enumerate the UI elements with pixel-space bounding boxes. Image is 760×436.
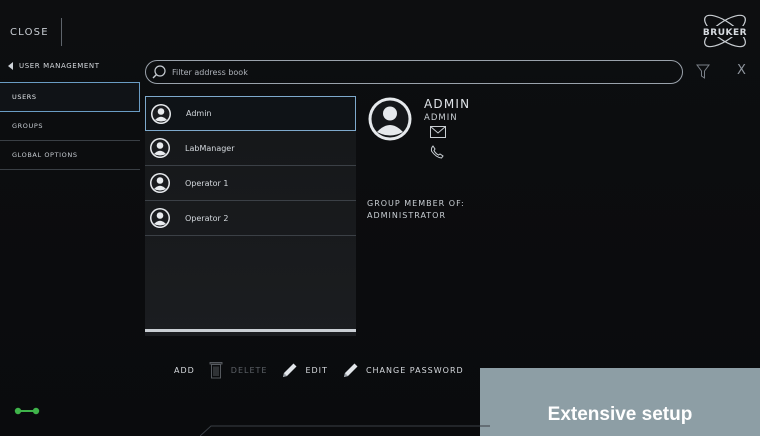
- list-item[interactable]: Admin: [145, 96, 356, 131]
- user-name: LabManager: [185, 143, 235, 153]
- delete-button[interactable]: DELETE: [209, 361, 268, 379]
- search-bar: [145, 60, 683, 84]
- user-detail-role: ADMIN: [424, 113, 458, 123]
- banner-text: Extensive setup: [547, 404, 693, 425]
- list-item[interactable]: LabManager: [145, 131, 356, 166]
- close-button[interactable]: CLOSE: [10, 18, 62, 46]
- edit-label: EDIT: [305, 365, 328, 375]
- add-button[interactable]: ADD: [174, 366, 195, 375]
- user-name: Operator 1: [185, 178, 229, 188]
- sidebar: USERS GROUPS GLOBAL OPTIONS: [0, 82, 140, 170]
- mail-icon[interactable]: [430, 126, 446, 138]
- logo-text: BRUKER: [703, 28, 747, 38]
- group-member-value: ADMINISTRATOR: [367, 211, 447, 220]
- group-member-label: GROUP MEMBER OF:: [367, 199, 465, 208]
- sidebar-item-global-options[interactable]: GLOBAL OPTIONS: [0, 141, 140, 170]
- bottom-divider: [200, 425, 490, 436]
- change-password-label: CHANGE PASSWORD: [365, 365, 464, 375]
- search-icon: [152, 65, 166, 79]
- key-icon: [14, 407, 40, 415]
- user-avatar-icon: [150, 208, 170, 228]
- user-name: Operator 2: [185, 213, 229, 223]
- trash-icon: [209, 362, 223, 379]
- clear-search-button[interactable]: X: [737, 63, 746, 78]
- pencil-icon: [283, 363, 297, 377]
- filter-icon[interactable]: [696, 64, 710, 80]
- back-label: USER MANAGEMENT: [19, 62, 100, 70]
- back-arrow-icon: [8, 62, 13, 70]
- list-item[interactable]: Operator 1: [145, 166, 356, 201]
- user-avatar-icon: [150, 138, 170, 158]
- delete-label: DELETE: [230, 365, 268, 375]
- add-label: ADD: [174, 365, 195, 375]
- bruker-logo-icon: BRUKER: [701, 14, 749, 48]
- pencil-icon: [343, 363, 358, 377]
- list-scroll-edge: [145, 329, 356, 332]
- user-detail-name: ADMIN: [424, 97, 471, 111]
- list-item[interactable]: Operator 2: [145, 201, 356, 236]
- user-list: Admin LabManager Operator 1 Operator 2: [145, 96, 356, 336]
- user-avatar-icon: [368, 97, 412, 141]
- sidebar-item-users[interactable]: USERS: [0, 82, 140, 112]
- action-toolbar: ADD DELETE EDIT CHANGE PASSWORD: [174, 360, 464, 380]
- user-name: Admin: [186, 109, 212, 118]
- change-password-button[interactable]: CHANGE PASSWORD: [342, 361, 464, 379]
- user-avatar-icon: [150, 173, 170, 193]
- phone-icon[interactable]: [430, 145, 444, 159]
- edit-button[interactable]: EDIT: [281, 361, 327, 379]
- user-avatar-icon: [151, 103, 171, 124]
- search-input[interactable]: [170, 66, 654, 78]
- app-window: CLOSE BRUKER USER MANAGEMENT USERS GROUP…: [0, 0, 760, 436]
- sidebar-item-groups[interactable]: GROUPS: [0, 112, 140, 141]
- promo-banner: Extensive setup: [480, 368, 760, 436]
- back-button[interactable]: USER MANAGEMENT: [8, 62, 100, 70]
